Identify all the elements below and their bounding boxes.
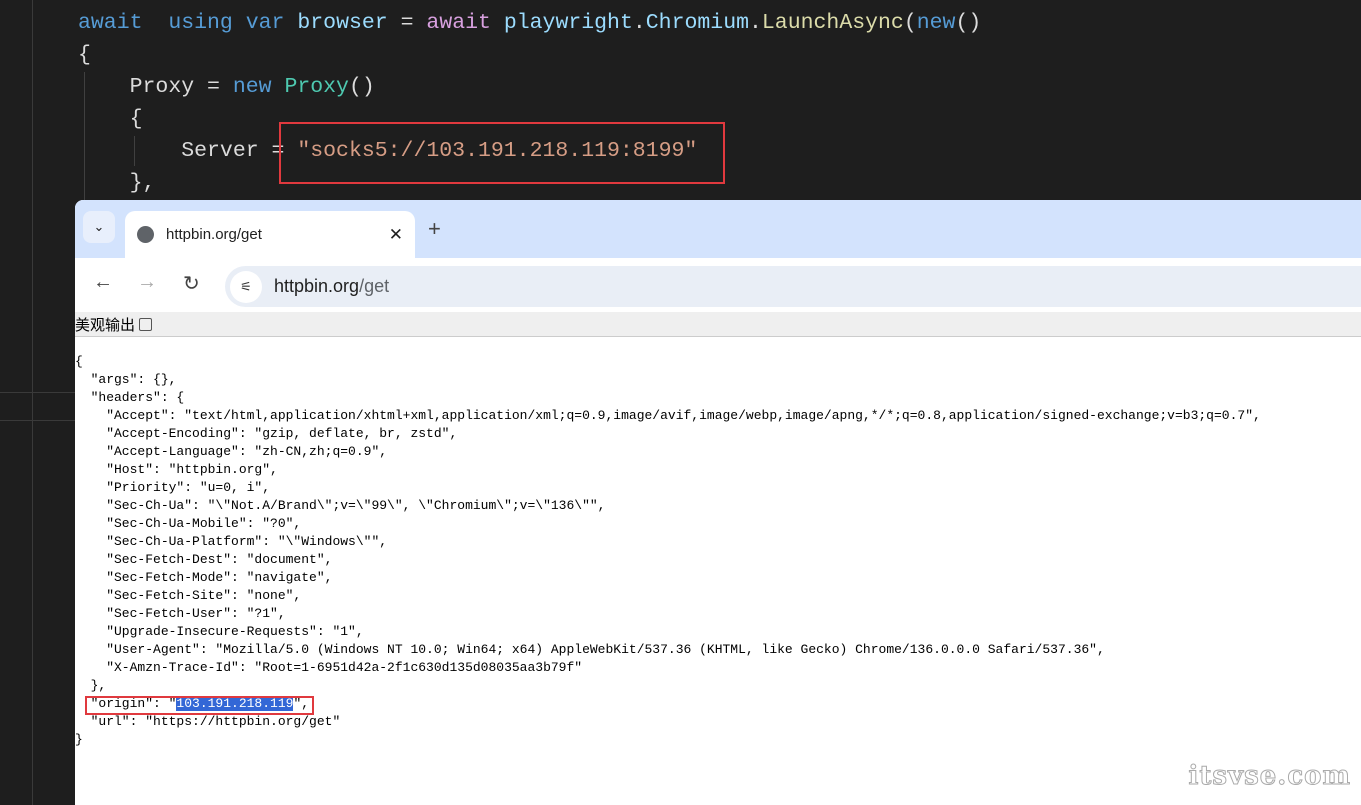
json-line: "Accept-Language": "zh-CN,zh;q=0.9", [75,444,388,459]
highlight-box-origin [85,696,314,715]
site-info-icon[interactable]: ⚟ [230,270,262,303]
highlight-box-server [279,122,725,184]
json-line: "Sec-Fetch-User": "?1", [75,606,286,621]
toolbar: ← → ↻ ⚟ httpbin.org/get [75,258,1361,312]
tab-title: httpbin.org/get [166,226,262,243]
tab-strip: ⌄ httpbin.org/get ✕ + [75,200,1361,258]
new-tab-button[interactable]: + [428,216,441,242]
json-line: "Sec-Ch-Ua-Platform": "\"Windows\"", [75,534,388,549]
json-line: } [75,732,83,747]
json-line: "Sec-Ch-Ua": "\"Not.A/Brand\";v=\"99\", … [75,498,606,513]
json-line: "Host": "httpbin.org", [75,462,278,477]
reload-icon[interactable]: ↻ [183,271,200,296]
divider [0,392,75,393]
json-line: "X-Amzn-Trace-Id": "Root=1-6951d42a-2f1c… [75,660,583,675]
json-line: "headers": { [75,390,185,405]
code-line: }, [78,171,156,195]
json-line: }, [75,678,107,693]
divider [0,420,75,421]
back-icon[interactable]: ← [93,271,113,294]
code-line: { [78,107,143,131]
browser-window: ⌄ httpbin.org/get ✕ + ← → ↻ ⚟ httpbin.or… [75,200,1361,805]
globe-icon [137,226,154,243]
code-line: await using var browser = await playwrig… [78,11,982,35]
close-tab-icon[interactable]: ✕ [389,225,403,245]
json-line: "url": "https://httpbin.org/get" [75,714,341,729]
json-line: "Priority": "u=0, i", [75,480,271,495]
forward-icon[interactable]: → [137,271,157,294]
json-line: "Accept-Encoding": "gzip, deflate, br, z… [75,426,458,441]
json-line: "Accept": "text/html,application/xhtml+x… [75,408,1261,423]
chevron-down-icon: ⌄ [93,219,105,234]
json-line: "Sec-Fetch-Mode": "navigate", [75,570,333,585]
json-line: "Sec-Fetch-Dest": "document", [75,552,333,567]
json-line: "Sec-Ch-Ua-Mobile": "?0", [75,516,302,531]
watermark: itsvse.com [1188,761,1351,792]
editor-gutter [0,0,33,805]
url-path: /get [359,276,390,296]
json-line: { [75,354,83,369]
address-bar[interactable]: ⚟ httpbin.org/get [225,266,1361,307]
url-host: httpbin.org [274,276,360,296]
tab-search-button[interactable]: ⌄ [83,211,115,243]
code-line: { [78,43,91,67]
pretty-print-label: 美观输出 [75,316,136,334]
tab-httpbin[interactable]: httpbin.org/get ✕ [125,211,415,258]
json-line: "Upgrade-Insecure-Requests": "1", [75,624,364,639]
json-line: "User-Agent": "Mozilla/5.0 (Windows NT 1… [75,642,1105,657]
json-line: "Sec-Fetch-Site": "none", [75,588,302,603]
pretty-print-checkbox[interactable] [139,317,153,331]
json-line: "args": {}, [75,372,177,387]
pretty-print-bar: 美观输出 [75,312,1361,337]
code-line: Proxy = new Proxy() [78,75,375,99]
json-response: { "args": {}, "headers": { "Accept": "te… [75,353,1261,749]
